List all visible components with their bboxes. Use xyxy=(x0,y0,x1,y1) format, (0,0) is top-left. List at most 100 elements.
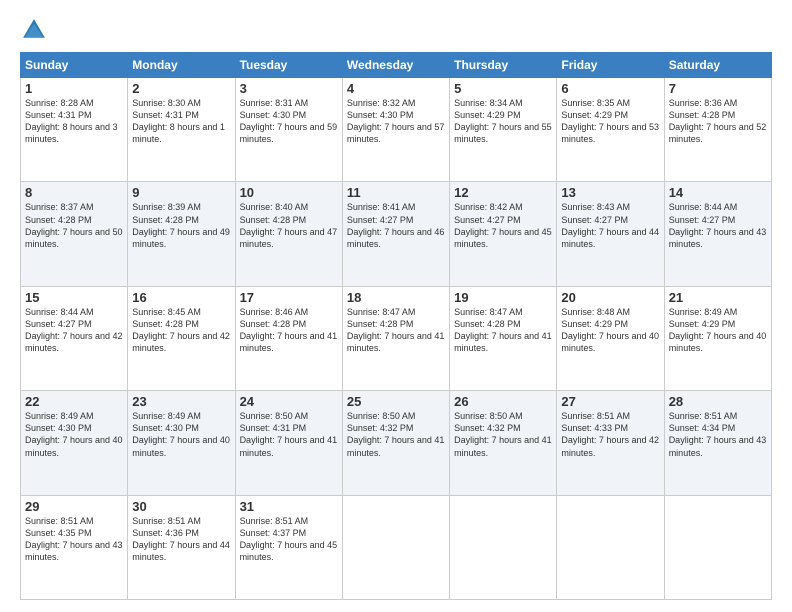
calendar-cell xyxy=(557,495,664,599)
calendar-cell: 15Sunrise: 8:44 AMSunset: 4:27 PMDayligh… xyxy=(21,286,128,390)
day-number: 11 xyxy=(347,185,445,200)
day-number: 9 xyxy=(132,185,230,200)
cell-sun-info: Sunrise: 8:41 AMSunset: 4:27 PMDaylight:… xyxy=(347,201,445,250)
calendar-cell xyxy=(342,495,449,599)
day-number: 1 xyxy=(25,81,123,96)
calendar-table: SundayMondayTuesdayWednesdayThursdayFrid… xyxy=(20,52,772,600)
week-row-5: 29Sunrise: 8:51 AMSunset: 4:35 PMDayligh… xyxy=(21,495,772,599)
calendar-cell xyxy=(450,495,557,599)
day-header-tuesday: Tuesday xyxy=(235,53,342,78)
cell-sun-info: Sunrise: 8:37 AMSunset: 4:28 PMDaylight:… xyxy=(25,201,123,250)
calendar-cell: 18Sunrise: 8:47 AMSunset: 4:28 PMDayligh… xyxy=(342,286,449,390)
calendar-cell: 20Sunrise: 8:48 AMSunset: 4:29 PMDayligh… xyxy=(557,286,664,390)
day-number: 3 xyxy=(240,81,338,96)
cell-sun-info: Sunrise: 8:32 AMSunset: 4:30 PMDaylight:… xyxy=(347,97,445,146)
cell-sun-info: Sunrise: 8:49 AMSunset: 4:30 PMDaylight:… xyxy=(25,410,123,459)
cell-sun-info: Sunrise: 8:36 AMSunset: 4:28 PMDaylight:… xyxy=(669,97,767,146)
calendar-cell: 23Sunrise: 8:49 AMSunset: 4:30 PMDayligh… xyxy=(128,391,235,495)
cell-sun-info: Sunrise: 8:46 AMSunset: 4:28 PMDaylight:… xyxy=(240,306,338,355)
day-number: 21 xyxy=(669,290,767,305)
calendar-cell: 5Sunrise: 8:34 AMSunset: 4:29 PMDaylight… xyxy=(450,78,557,182)
day-number: 24 xyxy=(240,394,338,409)
calendar-cell: 6Sunrise: 8:35 AMSunset: 4:29 PMDaylight… xyxy=(557,78,664,182)
cell-sun-info: Sunrise: 8:31 AMSunset: 4:30 PMDaylight:… xyxy=(240,97,338,146)
cell-sun-info: Sunrise: 8:47 AMSunset: 4:28 PMDaylight:… xyxy=(347,306,445,355)
cell-sun-info: Sunrise: 8:51 AMSunset: 4:37 PMDaylight:… xyxy=(240,515,338,564)
calendar-cell: 12Sunrise: 8:42 AMSunset: 4:27 PMDayligh… xyxy=(450,182,557,286)
cell-sun-info: Sunrise: 8:51 AMSunset: 4:34 PMDaylight:… xyxy=(669,410,767,459)
week-row-1: 1Sunrise: 8:28 AMSunset: 4:31 PMDaylight… xyxy=(21,78,772,182)
calendar-cell: 28Sunrise: 8:51 AMSunset: 4:34 PMDayligh… xyxy=(664,391,771,495)
cell-sun-info: Sunrise: 8:35 AMSunset: 4:29 PMDaylight:… xyxy=(561,97,659,146)
cell-sun-info: Sunrise: 8:50 AMSunset: 4:31 PMDaylight:… xyxy=(240,410,338,459)
calendar-cell: 19Sunrise: 8:47 AMSunset: 4:28 PMDayligh… xyxy=(450,286,557,390)
day-number: 20 xyxy=(561,290,659,305)
day-number: 28 xyxy=(669,394,767,409)
calendar-cell: 21Sunrise: 8:49 AMSunset: 4:29 PMDayligh… xyxy=(664,286,771,390)
calendar-cell: 25Sunrise: 8:50 AMSunset: 4:32 PMDayligh… xyxy=(342,391,449,495)
calendar-cell: 4Sunrise: 8:32 AMSunset: 4:30 PMDaylight… xyxy=(342,78,449,182)
cell-sun-info: Sunrise: 8:43 AMSunset: 4:27 PMDaylight:… xyxy=(561,201,659,250)
cell-sun-info: Sunrise: 8:44 AMSunset: 4:27 PMDaylight:… xyxy=(25,306,123,355)
calendar-cell: 9Sunrise: 8:39 AMSunset: 4:28 PMDaylight… xyxy=(128,182,235,286)
cell-sun-info: Sunrise: 8:44 AMSunset: 4:27 PMDaylight:… xyxy=(669,201,767,250)
cell-sun-info: Sunrise: 8:40 AMSunset: 4:28 PMDaylight:… xyxy=(240,201,338,250)
day-number: 16 xyxy=(132,290,230,305)
cell-sun-info: Sunrise: 8:45 AMSunset: 4:28 PMDaylight:… xyxy=(132,306,230,355)
day-header-thursday: Thursday xyxy=(450,53,557,78)
cell-sun-info: Sunrise: 8:42 AMSunset: 4:27 PMDaylight:… xyxy=(454,201,552,250)
day-number: 15 xyxy=(25,290,123,305)
calendar-cell: 2Sunrise: 8:30 AMSunset: 4:31 PMDaylight… xyxy=(128,78,235,182)
calendar-cell: 3Sunrise: 8:31 AMSunset: 4:30 PMDaylight… xyxy=(235,78,342,182)
cell-sun-info: Sunrise: 8:47 AMSunset: 4:28 PMDaylight:… xyxy=(454,306,552,355)
calendar-header-row: SundayMondayTuesdayWednesdayThursdayFrid… xyxy=(21,53,772,78)
day-number: 13 xyxy=(561,185,659,200)
cell-sun-info: Sunrise: 8:50 AMSunset: 4:32 PMDaylight:… xyxy=(454,410,552,459)
calendar-cell: 14Sunrise: 8:44 AMSunset: 4:27 PMDayligh… xyxy=(664,182,771,286)
day-number: 2 xyxy=(132,81,230,96)
page: SundayMondayTuesdayWednesdayThursdayFrid… xyxy=(0,0,792,612)
cell-sun-info: Sunrise: 8:30 AMSunset: 4:31 PMDaylight:… xyxy=(132,97,230,146)
calendar-cell xyxy=(664,495,771,599)
calendar-cell: 27Sunrise: 8:51 AMSunset: 4:33 PMDayligh… xyxy=(557,391,664,495)
logo-icon xyxy=(20,16,48,44)
cell-sun-info: Sunrise: 8:51 AMSunset: 4:36 PMDaylight:… xyxy=(132,515,230,564)
week-row-2: 8Sunrise: 8:37 AMSunset: 4:28 PMDaylight… xyxy=(21,182,772,286)
calendar-cell: 26Sunrise: 8:50 AMSunset: 4:32 PMDayligh… xyxy=(450,391,557,495)
cell-sun-info: Sunrise: 8:39 AMSunset: 4:28 PMDaylight:… xyxy=(132,201,230,250)
day-number: 23 xyxy=(132,394,230,409)
day-number: 4 xyxy=(347,81,445,96)
calendar-cell: 13Sunrise: 8:43 AMSunset: 4:27 PMDayligh… xyxy=(557,182,664,286)
day-number: 12 xyxy=(454,185,552,200)
day-header-friday: Friday xyxy=(557,53,664,78)
calendar-cell: 24Sunrise: 8:50 AMSunset: 4:31 PMDayligh… xyxy=(235,391,342,495)
day-number: 14 xyxy=(669,185,767,200)
cell-sun-info: Sunrise: 8:51 AMSunset: 4:35 PMDaylight:… xyxy=(25,515,123,564)
cell-sun-info: Sunrise: 8:34 AMSunset: 4:29 PMDaylight:… xyxy=(454,97,552,146)
calendar-cell: 31Sunrise: 8:51 AMSunset: 4:37 PMDayligh… xyxy=(235,495,342,599)
day-header-wednesday: Wednesday xyxy=(342,53,449,78)
cell-sun-info: Sunrise: 8:48 AMSunset: 4:29 PMDaylight:… xyxy=(561,306,659,355)
day-number: 18 xyxy=(347,290,445,305)
day-number: 10 xyxy=(240,185,338,200)
week-row-4: 22Sunrise: 8:49 AMSunset: 4:30 PMDayligh… xyxy=(21,391,772,495)
logo xyxy=(20,16,52,44)
cell-sun-info: Sunrise: 8:51 AMSunset: 4:33 PMDaylight:… xyxy=(561,410,659,459)
week-row-3: 15Sunrise: 8:44 AMSunset: 4:27 PMDayligh… xyxy=(21,286,772,390)
day-header-saturday: Saturday xyxy=(664,53,771,78)
cell-sun-info: Sunrise: 8:50 AMSunset: 4:32 PMDaylight:… xyxy=(347,410,445,459)
calendar-cell: 30Sunrise: 8:51 AMSunset: 4:36 PMDayligh… xyxy=(128,495,235,599)
calendar-cell: 7Sunrise: 8:36 AMSunset: 4:28 PMDaylight… xyxy=(664,78,771,182)
header xyxy=(20,16,772,44)
day-number: 25 xyxy=(347,394,445,409)
day-number: 26 xyxy=(454,394,552,409)
day-number: 5 xyxy=(454,81,552,96)
day-number: 6 xyxy=(561,81,659,96)
day-number: 27 xyxy=(561,394,659,409)
day-number: 19 xyxy=(454,290,552,305)
calendar-cell: 8Sunrise: 8:37 AMSunset: 4:28 PMDaylight… xyxy=(21,182,128,286)
calendar-cell: 16Sunrise: 8:45 AMSunset: 4:28 PMDayligh… xyxy=(128,286,235,390)
calendar-cell: 1Sunrise: 8:28 AMSunset: 4:31 PMDaylight… xyxy=(21,78,128,182)
day-number: 30 xyxy=(132,499,230,514)
calendar-cell: 17Sunrise: 8:46 AMSunset: 4:28 PMDayligh… xyxy=(235,286,342,390)
